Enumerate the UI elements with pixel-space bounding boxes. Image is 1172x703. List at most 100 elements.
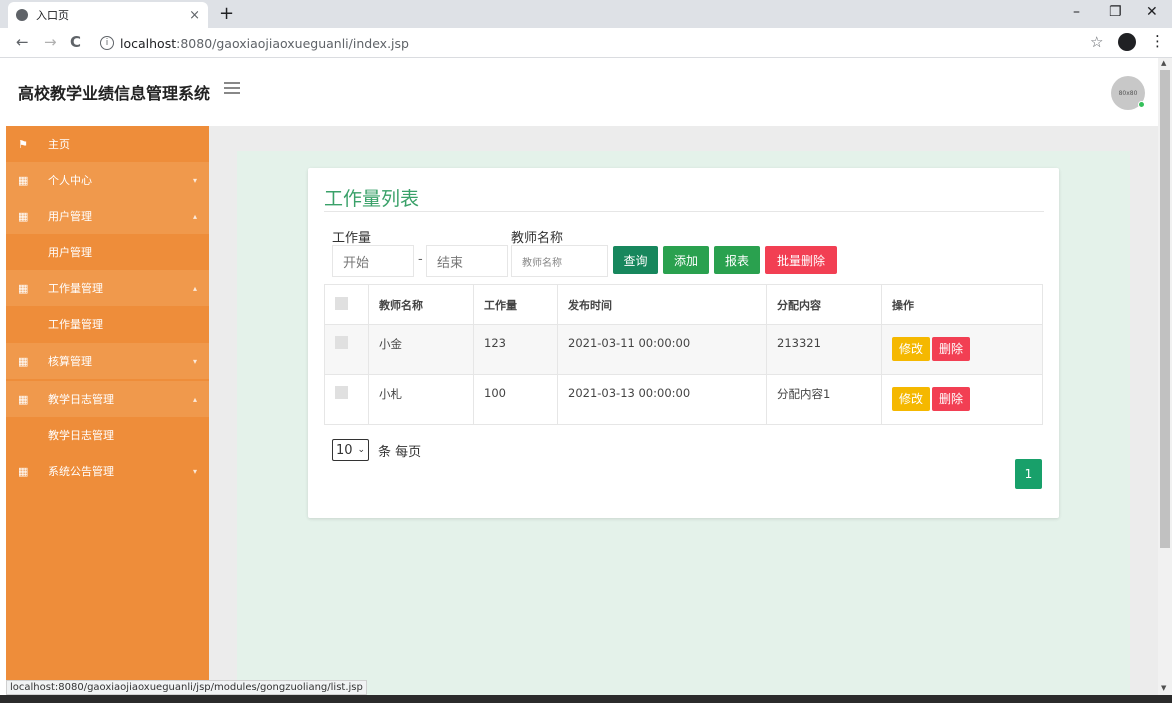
publish-time-cell: 2021-03-13 00:00:00	[557, 374, 767, 425]
teacher-name-cell: 小札	[368, 374, 474, 425]
edit-button[interactable]: 修改	[892, 337, 931, 361]
column-header: 操作	[881, 284, 1043, 325]
flag-icon: ⚑	[18, 137, 28, 151]
workload-filter-label: 工作量	[332, 231, 372, 246]
table-header-row: 教师名称 工作量 发布时间 分配内容 操作	[324, 284, 1043, 325]
batch-delete-button[interactable]: 批量删除	[765, 246, 837, 274]
browser-tab-bar: 入口页 × + – ❐ ✕	[0, 0, 1172, 28]
sidebar-item-label: 个人中心	[48, 174, 92, 187]
grid-icon: ▦	[18, 464, 29, 478]
sidebar-item-announcement-management[interactable]: ▦ 系统公告管理 ▾	[6, 453, 209, 489]
sidebar: ⚑ 主页 ▦ 个人中心 ▾ ▦ 用户管理 ▴ 用户管理 ▦ 工作量管理 ▴ 工作…	[6, 126, 209, 695]
pagination-page-button[interactable]: 1	[1015, 459, 1042, 489]
teacher-name-placeholder: 教师名称	[522, 257, 562, 269]
os-taskbar	[0, 695, 1172, 703]
forward-icon[interactable]: →	[44, 33, 57, 51]
bookmark-star-icon[interactable]: ☆	[1090, 33, 1103, 51]
online-status-dot	[1138, 101, 1145, 108]
tab-close-icon[interactable]: ×	[189, 8, 200, 23]
sidebar-item-label: 工作量管理	[48, 282, 103, 295]
globe-icon	[16, 9, 28, 21]
chevron-down-icon: ▾	[192, 175, 197, 185]
info-icon[interactable]: i	[100, 36, 114, 50]
account-icon[interactable]	[1118, 33, 1136, 51]
sidebar-subitem-user-management[interactable]: 用户管理	[6, 234, 209, 270]
url-text: localhost:8080/gaoxiaojiaoxueguanli/inde…	[120, 36, 409, 51]
actions-cell: 修改 删除	[881, 374, 1043, 425]
delete-button[interactable]: 删除	[932, 387, 971, 411]
table-row: 小札 100 2021-03-13 00:00:00 分配内容1 修改 删除	[324, 374, 1043, 425]
row-select-cell	[324, 324, 369, 375]
sidebar-subitem-label: 用户管理	[48, 246, 92, 259]
chevron-up-icon: ▴	[192, 394, 197, 404]
grid-icon: ▦	[18, 281, 29, 295]
delete-button[interactable]: 删除	[932, 337, 971, 361]
workload-end-placeholder: 结束	[437, 255, 464, 271]
sidebar-item-profile[interactable]: ▦ 个人中心 ▾	[6, 162, 209, 198]
table-row: 小金 123 2021-03-11 00:00:00 213321 修改 删除	[324, 324, 1043, 375]
sidebar-item-label: 系统公告管理	[48, 465, 114, 478]
avatar[interactable]: 80x80	[1111, 76, 1145, 110]
column-header: 发布时间	[557, 284, 767, 325]
select-all-cell	[324, 284, 369, 325]
sidebar-item-teaching-log-management[interactable]: ▦ 教学日志管理 ▴	[6, 381, 209, 417]
sidebar-item-home[interactable]: ⚑ 主页	[6, 126, 209, 162]
select-all-checkbox[interactable]	[335, 296, 348, 310]
scroll-up-icon[interactable]: ▲	[1161, 59, 1166, 67]
sidebar-subitem-label: 工作量管理	[48, 318, 103, 331]
reload-icon[interactable]: C	[70, 33, 81, 51]
column-header: 分配内容	[766, 284, 882, 325]
query-button[interactable]: 查询	[613, 246, 658, 274]
title-divider	[324, 211, 1044, 212]
workload-start-placeholder: 开始	[343, 255, 370, 271]
report-button[interactable]: 报表	[714, 246, 760, 274]
add-button[interactable]: 添加	[663, 246, 709, 274]
workload-table: 教师名称 工作量 发布时间 分配内容 操作 小金 123 2021-03-11 …	[324, 284, 1043, 425]
teacher-name-filter-label: 教师名称	[511, 231, 564, 246]
workload-cell: 100	[473, 374, 558, 425]
sidebar-subitem-label: 教学日志管理	[48, 429, 114, 442]
teacher-name-input[interactable]: 教师名称	[511, 245, 608, 277]
tab-title: 入口页	[36, 9, 69, 22]
row-checkbox[interactable]	[335, 336, 348, 349]
restore-button[interactable]: ❐	[1109, 4, 1122, 20]
app-title: 高校教学业绩信息管理系统	[18, 84, 211, 103]
actions-cell: 修改 删除	[881, 324, 1043, 375]
minimize-button[interactable]: –	[1073, 4, 1080, 20]
sidebar-subitem-teaching-log-management[interactable]: 教学日志管理	[6, 417, 209, 453]
url-field[interactable]: i localhost:8080/gaoxiaojiaoxueguanli/in…	[92, 31, 1112, 55]
menu-icon[interactable]: ⋮	[1150, 32, 1165, 50]
workload-end-input[interactable]: 结束	[426, 245, 508, 277]
chevron-up-icon: ▴	[192, 211, 197, 221]
browser-tab[interactable]: 入口页 ×	[8, 2, 208, 28]
new-tab-button[interactable]: +	[219, 3, 234, 24]
sidebar-subitem-workload-management[interactable]: 工作量管理	[6, 306, 209, 342]
scroll-down-icon[interactable]: ▼	[1161, 684, 1166, 692]
column-header: 工作量	[473, 284, 558, 325]
hamburger-icon[interactable]	[224, 82, 240, 96]
back-icon[interactable]: ←	[16, 33, 29, 51]
sidebar-item-label: 用户管理	[48, 210, 92, 223]
vertical-scrollbar[interactable]: ▲ ▼	[1158, 58, 1172, 695]
url-host: localhost	[120, 35, 177, 51]
sidebar-item-label: 教学日志管理	[48, 393, 114, 406]
page-size-select[interactable]: 10 ⌄	[332, 439, 370, 461]
grid-icon: ▦	[18, 209, 29, 223]
row-checkbox[interactable]	[335, 386, 348, 399]
workload-cell: 123	[473, 324, 558, 375]
address-bar: ← → C i localhost:8080/gaoxiaojiaoxuegua…	[0, 28, 1172, 58]
sidebar-item-workload-management[interactable]: ▦ 工作量管理 ▴	[6, 270, 209, 306]
assigned-content-cell: 213321	[766, 324, 882, 375]
row-select-cell	[324, 374, 369, 425]
edit-button[interactable]: 修改	[892, 387, 931, 411]
sidebar-item-accounting-management[interactable]: ▦ 核算管理 ▾	[6, 343, 209, 379]
workload-start-input[interactable]: 开始	[332, 245, 414, 277]
close-window-button[interactable]: ✕	[1146, 4, 1158, 20]
grid-icon: ▦	[18, 392, 29, 406]
chevron-down-icon: ▾	[192, 466, 197, 476]
teacher-name-cell: 小金	[368, 324, 474, 375]
sidebar-item-user-management[interactable]: ▦ 用户管理 ▴	[6, 198, 209, 234]
grid-icon: ▦	[18, 173, 29, 187]
status-bar-url: localhost:8080/gaoxiaojiaoxueguanli/jsp/…	[6, 680, 367, 695]
scrollbar-thumb[interactable]	[1160, 70, 1170, 548]
